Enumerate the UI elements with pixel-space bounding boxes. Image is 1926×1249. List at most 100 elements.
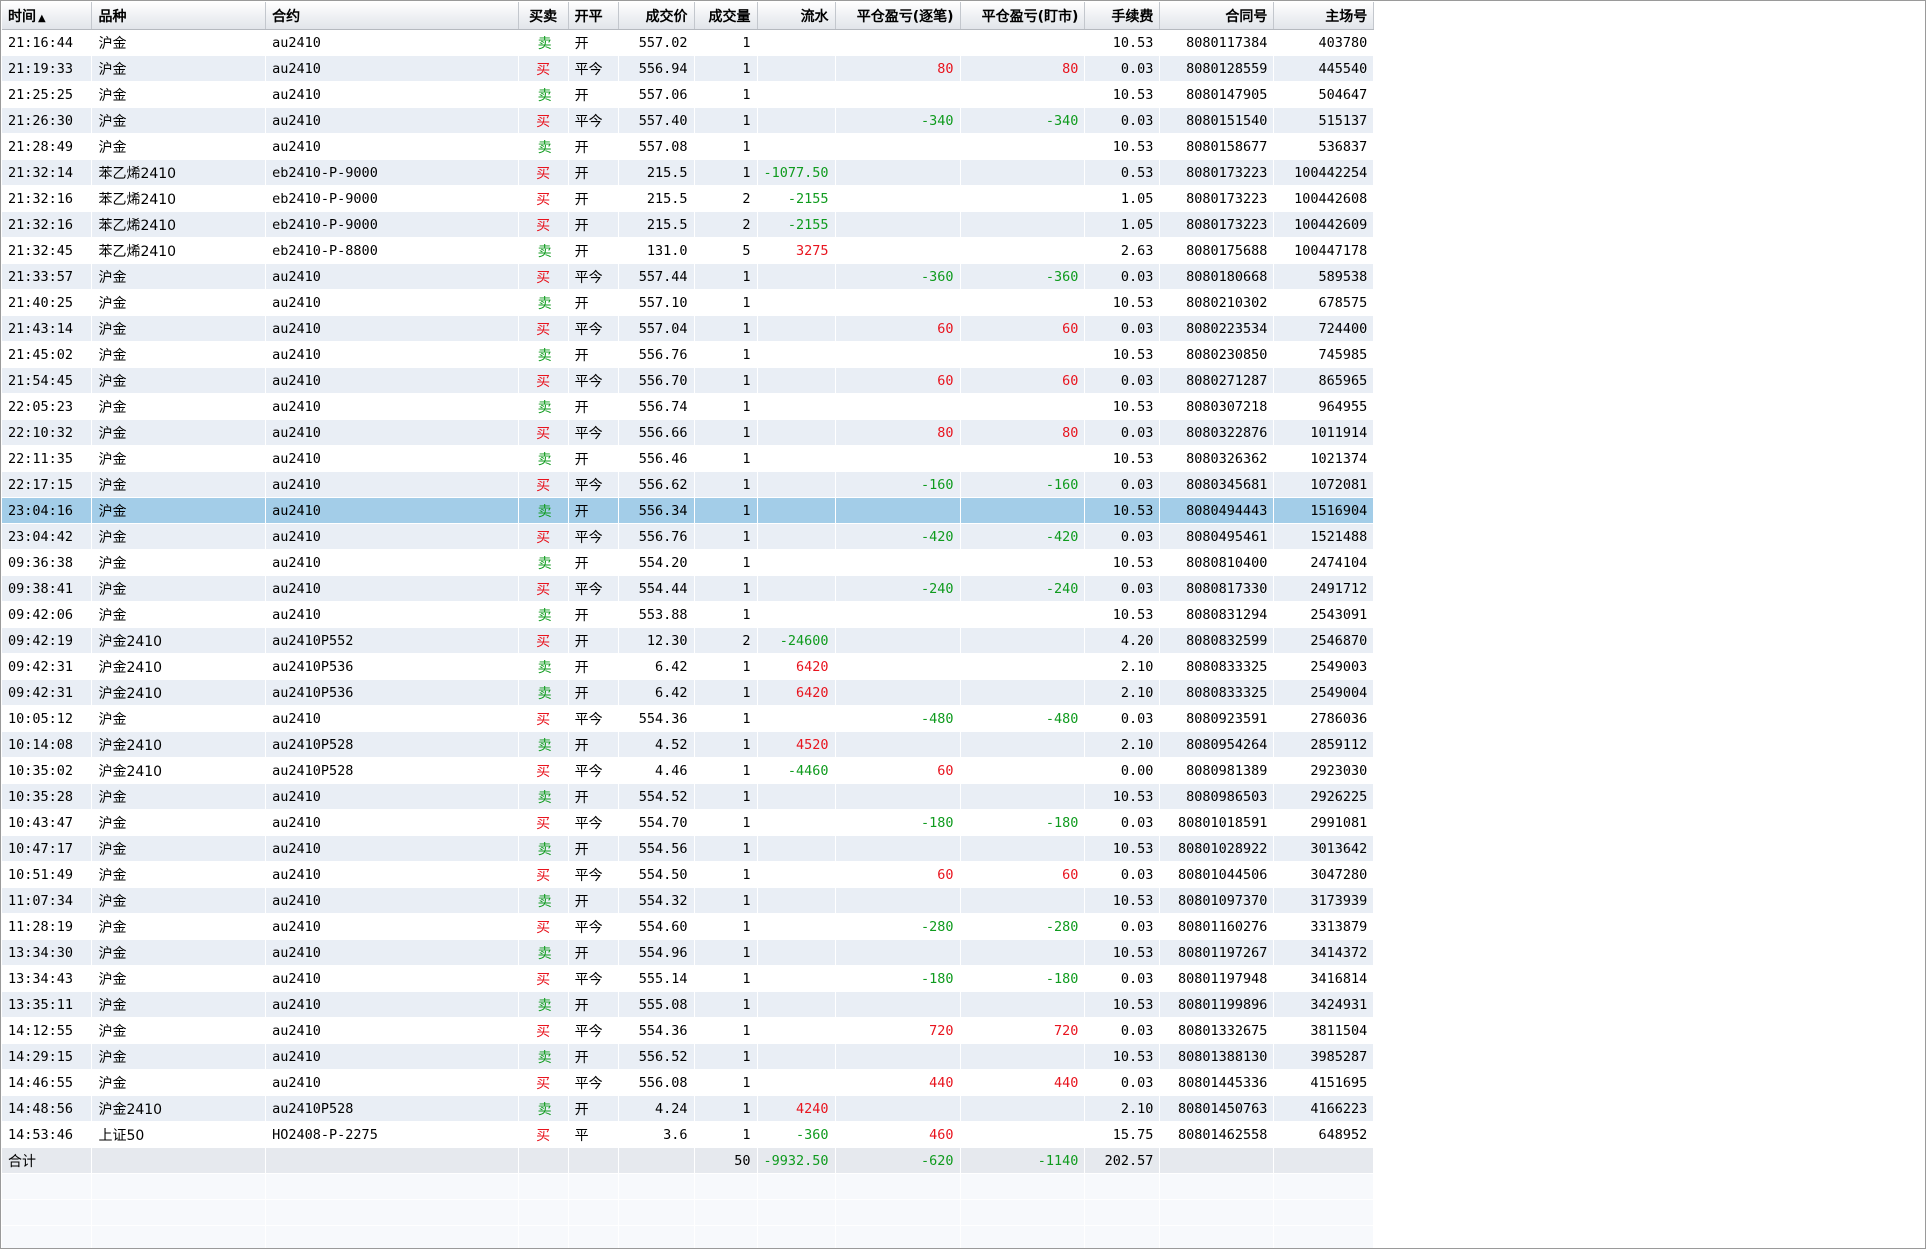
table-row[interactable]: 13:35:11 沪金 au2410 卖开 555.08 1 10.53 8080119989… <box>2 991 1925 1018</box>
table-row[interactable]: 14:53:46 上证50 HO2408-P-2275 买平 3.6 1 -360 460 15… <box>2 1121 1925 1148</box>
column-header[interactable]: 成交价 <box>618 2 695 30</box>
cell-product: 沪金 <box>91 29 267 56</box>
cell-close-pnl-trade: -620 <box>835 1147 961 1174</box>
column-header[interactable]: 时间 ▲ <box>2 2 93 30</box>
column-header[interactable]: 成交量 <box>694 2 758 30</box>
empty-cell <box>1159 1225 1275 1248</box>
table-row[interactable]: 21:25:25 沪金 au2410 卖开 557.06 1 10.53 8080147905… <box>2 81 1925 108</box>
cell-price: 556.08 <box>618 1069 695 1096</box>
cell-cashflow <box>757 887 836 914</box>
empty-cell <box>1273 1173 1375 1200</box>
cell-close-pnl-trade: -420 <box>835 523 961 550</box>
cell-close-pnl-trade <box>835 1043 961 1070</box>
table-row[interactable]: 23:04:16 沪金 au2410 卖开 556.34 1 10.53 8080494443… <box>2 497 1925 524</box>
column-header[interactable]: 合同号 <box>1159 2 1275 30</box>
table-row[interactable]: 21:28:49 沪金 au2410 卖开 557.08 1 10.53 8080158677… <box>2 133 1925 160</box>
total-row[interactable]: 合计 50 -9932.50 -620 -1140 202.57 <box>2 1147 1925 1174</box>
column-header-label: 成交量 <box>708 8 751 25</box>
table-row[interactable]: 14:46:55 沪金 au2410 买平今 556.08 1 440 440 0.03 8080… <box>2 1069 1925 1096</box>
table-row[interactable]: 10:51:49 沪金 au2410 买平今 554.50 1 60 60 0.03 808010… <box>2 861 1925 888</box>
table-row[interactable]: 21:43:14 沪金 au2410 买平今 557.04 1 60 60 0.03 808022… <box>2 315 1925 342</box>
table-row[interactable]: 21:32:16 苯乙烯2410 eb2410-P-9000 买开 215.5 2 -215… <box>2 211 1925 238</box>
table-row[interactable]: 21:32:45 苯乙烯2410 eb2410-P-8800 卖开 131.0 5 3275… <box>2 237 1925 264</box>
cell-volume: 1 <box>694 1043 758 1070</box>
table-row[interactable]: 09:42:19 沪金2410 au2410P552 买开 12.30 2 -24600 4.… <box>2 627 1925 654</box>
cell-fee: 0.03 <box>1084 471 1161 498</box>
table-row[interactable]: 09:42:06 沪金 au2410 卖开 553.88 1 10.53 8080831294… <box>2 601 1925 628</box>
table-row[interactable]: 10:14:08 沪金2410 au2410P528 卖开 4.52 1 4520 2.10 8… <box>2 731 1925 758</box>
cell-exchange-no: 1011914 <box>1273 419 1375 446</box>
cell-time: 21:54:45 <box>2 367 93 394</box>
table-row[interactable]: 14:12:55 沪金 au2410 买平今 554.36 1 720 720 0.03 8080… <box>2 1017 1925 1044</box>
table-row[interactable]: 09:38:41 沪金 au2410 买平今 554.44 1 -240 -240 0.03 80… <box>2 575 1925 602</box>
column-header[interactable]: 手续费 <box>1084 2 1161 30</box>
table-row[interactable]: 14:29:15 沪金 au2410 卖开 556.52 1 10.53 8080138813… <box>2 1043 1925 1070</box>
empty-cell <box>2 1199 93 1226</box>
table-row[interactable]: 21:32:14 苯乙烯2410 eb2410-P-9000 买开 215.5 1 -107… <box>2 159 1925 186</box>
table-row[interactable]: 22:10:32 沪金 au2410 买平今 556.66 1 80 80 0.03 808032… <box>2 419 1925 446</box>
table-row[interactable]: 21:16:44 沪金 au2410 卖开 557.02 1 10.53 8080117384… <box>2 29 1925 56</box>
column-header[interactable]: 流水 <box>757 2 836 30</box>
cell-fee: 0.03 <box>1084 315 1161 342</box>
cell-cashflow <box>757 705 836 732</box>
cell-volume: 1 <box>694 913 758 940</box>
cell-time: 14:53:46 <box>2 1121 93 1148</box>
row-filler <box>1373 1095 1925 1122</box>
table-row[interactable]: 10:05:12 沪金 au2410 买平今 554.36 1 -480 -480 0.03 80… <box>2 705 1925 732</box>
cell-close-pnl-mark <box>960 991 1086 1018</box>
row-filler <box>1373 185 1925 212</box>
table-row[interactable]: 22:11:35 沪金 au2410 卖开 556.46 1 10.53 8080326362… <box>2 445 1925 472</box>
table-row[interactable]: 21:26:30 沪金 au2410 买平今 557.40 1 -340 -340 0.03 80… <box>2 107 1925 134</box>
empty-cell <box>518 1199 569 1226</box>
column-header[interactable]: 主场号 <box>1273 2 1375 30</box>
cell-cashflow <box>757 835 836 862</box>
cell-price: 556.94 <box>618 55 695 82</box>
cell-time: 13:35:11 <box>2 991 93 1018</box>
cell-direction: 卖 <box>518 289 569 316</box>
table-row[interactable]: 22:17:15 沪金 au2410 买平今 556.62 1 -160 -160 0.03 80… <box>2 471 1925 498</box>
cell-cashflow: -24600 <box>757 627 836 654</box>
column-header[interactable]: 合约 <box>265 2 519 30</box>
table-row[interactable]: 10:47:17 沪金 au2410 卖开 554.56 1 10.53 8080102892… <box>2 835 1925 862</box>
cell-product: 沪金 <box>91 341 267 368</box>
cell-fee: 0.03 <box>1084 419 1161 446</box>
cell-exchange-no: 3047280 <box>1273 861 1375 888</box>
cell-cashflow <box>757 549 836 576</box>
table-row[interactable]: 14:48:56 沪金2410 au2410P528 卖开 4.24 1 4240 2.10 8… <box>2 1095 1925 1122</box>
table-row[interactable]: 09:42:31 沪金2410 au2410P536 卖开 6.42 1 6420 2.10 8… <box>2 679 1925 706</box>
table-row[interactable]: 21:32:16 苯乙烯2410 eb2410-P-9000 买开 215.5 2 -215… <box>2 185 1925 212</box>
table-row[interactable]: 21:40:25 沪金 au2410 卖开 557.10 1 10.53 8080210302… <box>2 289 1925 316</box>
table-row[interactable]: 13:34:30 沪金 au2410 卖开 554.96 1 10.53 8080119726… <box>2 939 1925 966</box>
cell-direction: 卖 <box>518 1043 569 1070</box>
table-row[interactable]: 09:36:38 沪金 au2410 卖开 554.20 1 10.53 8080810400… <box>2 549 1925 576</box>
table-row[interactable]: 21:54:45 沪金 au2410 买平今 556.70 1 60 60 0.03 808027… <box>2 367 1925 394</box>
column-header[interactable]: 品种 <box>91 2 267 30</box>
table-row[interactable]: 09:42:31 沪金2410 au2410P536 卖开 6.42 1 6420 2.10 8… <box>2 653 1925 680</box>
table-row[interactable]: 23:04:42 沪金 au2410 买平今 556.76 1 -420 -420 0.03 80… <box>2 523 1925 550</box>
table-row[interactable]: 10:35:02 沪金2410 au2410P528 买平今 4.46 1 -4460 60 0… <box>2 757 1925 784</box>
table-row[interactable]: 21:33:57 沪金 au2410 买平今 557.44 1 -360 -360 0.03 80… <box>2 263 1925 290</box>
cell-cashflow <box>757 783 836 810</box>
table-row[interactable]: 11:28:19 沪金 au2410 买平今 554.60 1 -280 -280 0.03 80… <box>2 913 1925 940</box>
cell-fee: 1.05 <box>1084 211 1161 238</box>
cell-volume: 1 <box>694 991 758 1018</box>
table-row[interactable]: 21:45:02 沪金 au2410 卖开 556.76 1 10.53 8080230850… <box>2 341 1925 368</box>
table-row[interactable]: 10:43:47 沪金 au2410 买平今 554.70 1 -180 -180 0.03 80… <box>2 809 1925 836</box>
table-row[interactable]: 13:34:43 沪金 au2410 买平今 555.14 1 -180 -180 0.03 80… <box>2 965 1925 992</box>
cell-offset: 平今 <box>568 1017 619 1044</box>
column-header[interactable]: 开平 <box>568 2 619 30</box>
column-header[interactable]: 平仓盈亏(逐笔) <box>835 2 961 30</box>
cell-direction: 买 <box>518 965 569 992</box>
table-row[interactable]: 22:05:23 沪金 au2410 卖开 556.74 1 10.53 8080307218… <box>2 393 1925 420</box>
cell-price: 554.52 <box>618 783 695 810</box>
cell-contract: HO2408-P-2275 <box>265 1121 519 1148</box>
column-header[interactable]: 平仓盈亏(盯市) <box>960 2 1086 30</box>
cell-time: 14:29:15 <box>2 1043 93 1070</box>
column-header[interactable]: 买卖 <box>518 2 569 30</box>
cell-direction: 买 <box>518 185 569 212</box>
table-row[interactable]: 11:07:34 沪金 au2410 卖开 554.32 1 10.53 8080109737… <box>2 887 1925 914</box>
cell-contract: au2410 <box>265 601 519 628</box>
table-row[interactable]: 21:19:33 沪金 au2410 买平今 556.94 1 80 80 0.03 808012… <box>2 55 1925 82</box>
table-row[interactable]: 10:35:28 沪金 au2410 卖开 554.52 1 10.53 8080986503… <box>2 783 1925 810</box>
cell-fee: 2.63 <box>1084 237 1161 264</box>
